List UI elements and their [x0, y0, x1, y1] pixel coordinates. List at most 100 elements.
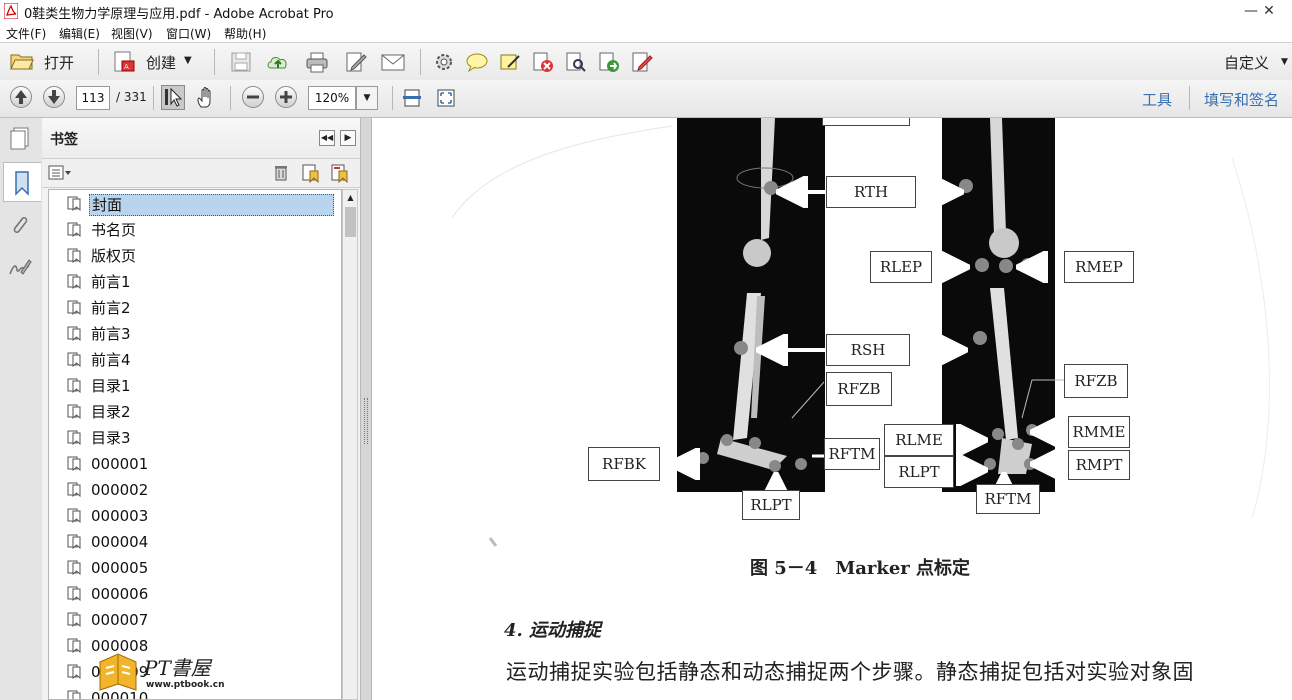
- next-page-button[interactable]: [43, 86, 65, 108]
- zoom-out-button[interactable]: [242, 86, 264, 108]
- svg-text:A: A: [124, 63, 129, 71]
- fullscreen-icon[interactable]: [435, 87, 457, 109]
- marker-label-rftm-left: RFTM: [824, 438, 880, 470]
- cropped-label-box: [822, 118, 910, 126]
- comment-icon[interactable]: [465, 51, 489, 73]
- cloud-upload-icon[interactable]: [266, 51, 290, 73]
- splitter-grip: [364, 398, 368, 444]
- print-icon[interactable]: [305, 51, 329, 73]
- scroll-up-arrow[interactable]: ▲: [345, 192, 356, 204]
- scrollbar-thumb[interactable]: [345, 207, 356, 237]
- panel-menu-button[interactable]: ▶: [340, 130, 356, 146]
- bookmark-item-icon: [67, 404, 81, 419]
- previous-page-button[interactable]: [10, 86, 32, 108]
- page-total: / 331: [116, 90, 147, 104]
- cursor-icon: [165, 87, 183, 107]
- chevron-down-icon: ▼: [184, 55, 192, 66]
- menu-edit[interactable]: 编辑(E): [59, 25, 100, 42]
- minus-icon: [247, 95, 259, 99]
- marker-label-rmep: RMEP: [1064, 251, 1134, 283]
- highlight-icon[interactable]: [498, 51, 522, 73]
- fit-page-icon[interactable]: [401, 87, 423, 109]
- panel-splitter[interactable]: [360, 118, 372, 700]
- trash-icon[interactable]: [272, 164, 290, 182]
- bookmark-label: 000006: [91, 585, 149, 603]
- bookmark-item-icon: [67, 690, 81, 699]
- marker-label-rth: RTH: [826, 176, 916, 208]
- marker-label-rlep: RLEP: [870, 251, 932, 283]
- marker-label-rmme: RMME: [1068, 416, 1130, 448]
- bookmark-item-icon: [67, 664, 81, 679]
- section-heading: 4. 运动捕捉: [504, 620, 602, 641]
- chevron-right-icon: ▶: [344, 133, 352, 143]
- bookmarks-tab[interactable]: [3, 162, 41, 202]
- panel-header: 书签 ◀◀ ▶: [42, 118, 360, 159]
- panel-title: 书签: [50, 132, 78, 148]
- gear-icon[interactable]: [432, 51, 456, 73]
- watermark-name: PT書屋: [144, 656, 211, 680]
- chevron-down-icon[interactable]: ▼: [1281, 57, 1288, 67]
- watermark-url: www.ptbook.cn: [146, 680, 225, 690]
- toolbar-separator: [392, 86, 393, 110]
- delete-page-icon[interactable]: [531, 51, 555, 73]
- select-tool-button[interactable]: [161, 85, 185, 110]
- bookmark-list[interactable]: 封面 书名页 版权页 前言1 前言2 前言3 前言4 目录1 目录2 目录3 000001 00000…: [48, 189, 342, 700]
- page-thumbnails-icon[interactable]: [8, 126, 32, 152]
- tools-pane-link[interactable]: 工具: [1142, 89, 1172, 110]
- bookmark-scrollbar[interactable]: ▲: [342, 189, 358, 700]
- options-menu-icon[interactable]: [48, 165, 72, 181]
- bookmark-label: 000007: [91, 611, 149, 629]
- new-bookmark-icon[interactable]: [301, 163, 321, 183]
- book-logo-icon: [99, 653, 137, 691]
- edit-document-icon[interactable]: [344, 51, 368, 73]
- bookmark-item-icon: [67, 508, 81, 523]
- bookmark-label: 目录2: [91, 403, 131, 421]
- marker-label-rlpt-right: RLPT: [884, 456, 954, 488]
- open-button[interactable]: 打开: [8, 49, 82, 75]
- create-button[interactable]: A 创建 ▼: [110, 49, 196, 75]
- open-label: 打开: [44, 54, 75, 72]
- search-document-icon[interactable]: [564, 51, 588, 73]
- bookmark-item-icon: [67, 430, 81, 445]
- acrobat-app-icon: [4, 3, 18, 19]
- signature-icon[interactable]: [7, 256, 33, 280]
- close-icon: ✕: [1263, 3, 1275, 19]
- customize-label[interactable]: 自定义: [1224, 52, 1269, 73]
- save-icon[interactable]: [229, 51, 253, 73]
- ptbook-watermark: PT書屋 www.ptbook.cn: [96, 648, 236, 698]
- marker-label-rlme: RLME: [884, 424, 954, 456]
- bookmark-label: 000004: [91, 533, 149, 551]
- page-number-input[interactable]: 113: [76, 86, 110, 110]
- window-title: 0鞋类生物力学原理与应用.pdf - Adobe Acrobat Pro: [24, 7, 334, 22]
- bookmark-item-icon: [67, 274, 81, 289]
- navigation-toolbar: 113 / 331 120% ▼ 工具 填写和签名: [0, 80, 1292, 118]
- toolbar-separator: [1189, 86, 1190, 110]
- menu-help[interactable]: 帮助(H): [224, 25, 266, 42]
- bookmark-item-icon: [67, 196, 81, 211]
- create-pdf-icon: A: [114, 51, 135, 72]
- fill-sign-pane-link[interactable]: 填写和签名: [1204, 89, 1279, 110]
- marker-label-rftm-right: RFTM: [976, 484, 1040, 514]
- menu-window[interactable]: 窗口(W): [166, 25, 211, 42]
- export-icon[interactable]: [597, 51, 621, 73]
- menu-file[interactable]: 文件(F): [6, 25, 46, 42]
- form-edit-icon[interactable]: [630, 51, 654, 73]
- paperclip-icon[interactable]: [8, 212, 32, 238]
- email-icon[interactable]: [381, 51, 405, 73]
- figure-caption: 图 5－4 Marker 点标定: [750, 558, 971, 579]
- zoom-in-button[interactable]: [275, 86, 297, 108]
- bookmark-item-icon: [67, 534, 81, 549]
- body-paragraph: 运动捕捉实验包括静态和动态捕捉两个步骤。静态捕捉包括对实验对象固: [506, 660, 1194, 684]
- zoom-dropdown-button[interactable]: ▼: [356, 86, 378, 110]
- bookmark-label: 000003: [91, 507, 149, 525]
- marker-label-rmpt: RMPT: [1068, 450, 1130, 480]
- close-button[interactable]: ✕: [1246, 0, 1292, 22]
- menu-view[interactable]: 视图(V): [111, 25, 153, 42]
- zoom-input[interactable]: 120%: [308, 86, 356, 110]
- document-view[interactable]: RTH RSH RFZB RFBK RFTM RLPT RLEP RMEP RF…: [372, 118, 1292, 700]
- hand-tool-icon[interactable]: [194, 86, 218, 110]
- collapse-panel-button[interactable]: ◀◀: [319, 130, 335, 146]
- bookmark-from-structure-icon[interactable]: [330, 163, 350, 183]
- bookmark-label: 000001: [91, 455, 149, 473]
- bookmark-label: 000002: [91, 481, 149, 499]
